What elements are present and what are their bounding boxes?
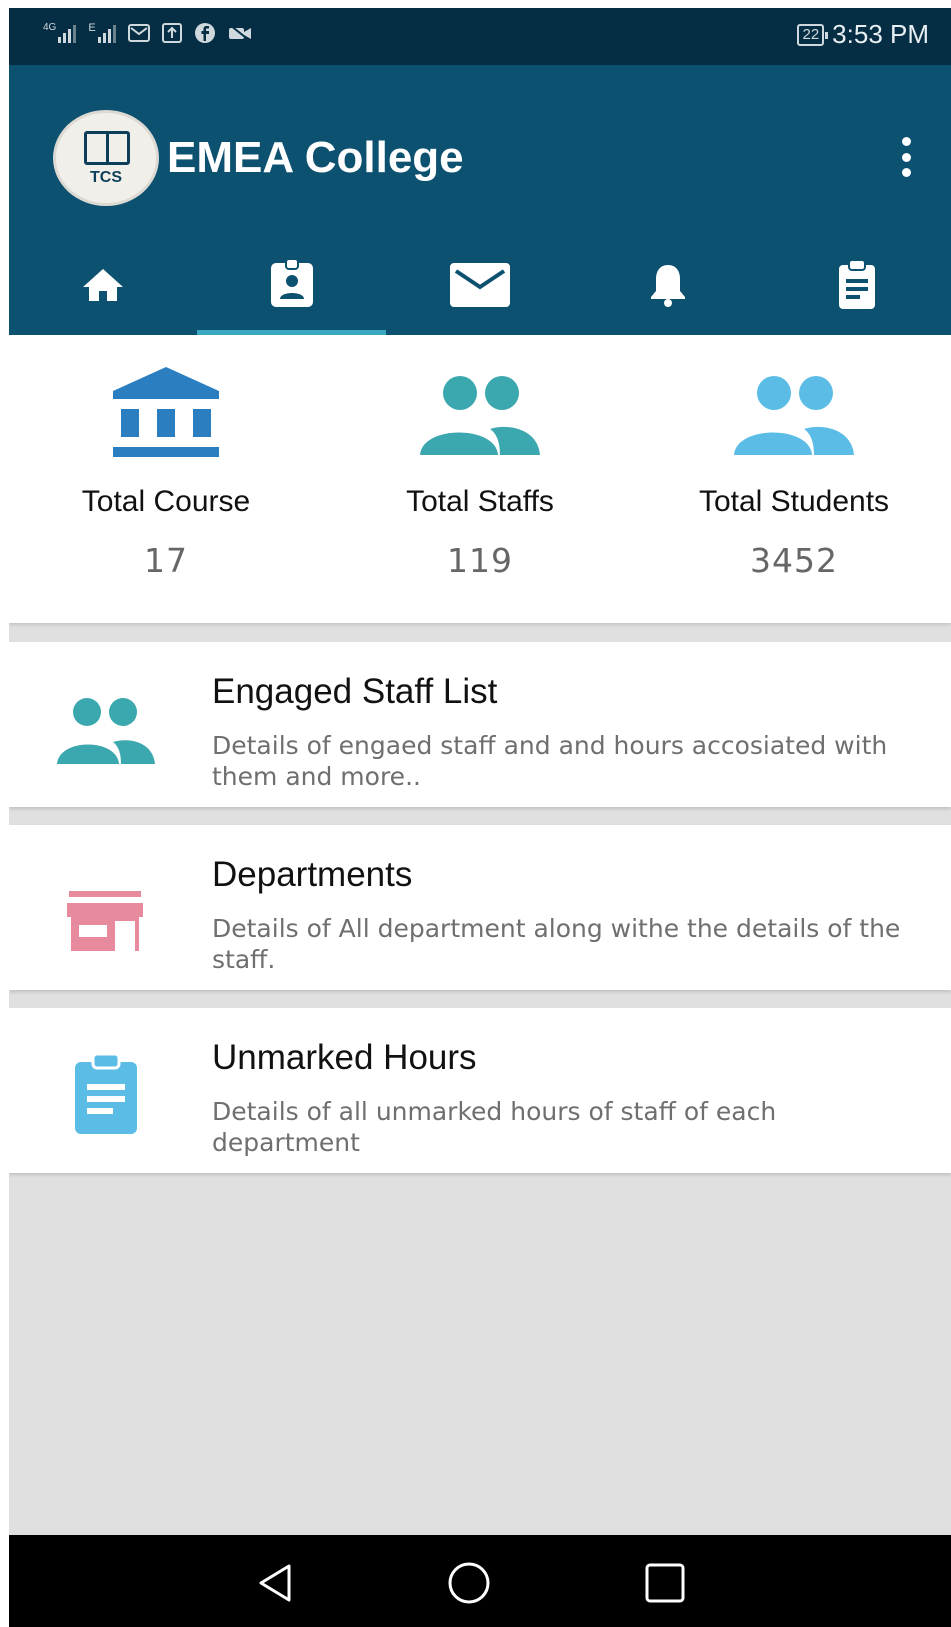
stat-total-course[interactable]: Total Course 17 <box>9 335 323 623</box>
status-bar: 4G E 22 3:53 PM <box>9 8 951 65</box>
people-icon <box>734 376 854 455</box>
system-nav-bar <box>9 1535 951 1627</box>
screen: 4G E 22 3:53 PM TCS EMEA College Total C… <box>9 8 951 1627</box>
home-icon <box>83 269 124 301</box>
clipboard-icon <box>75 1052 137 1134</box>
stat-total-staffs[interactable]: Total Staffs 119 <box>323 335 637 623</box>
institution-icon <box>113 367 219 457</box>
list-item-title: Departments <box>212 855 413 894</box>
list-item-engaged-staff[interactable]: Engaged Staff List Details of engaed sta… <box>9 642 951 807</box>
stat-value: 17 <box>144 541 188 580</box>
upload-icon <box>161 23 182 43</box>
tab-notifications[interactable] <box>574 237 762 335</box>
people-icon <box>420 376 540 455</box>
app-title: EMEA College <box>167 133 464 182</box>
list-item-unmarked-hours[interactable]: Unmarked Hours Details of all unmarked h… <box>9 1008 951 1173</box>
tab-staff[interactable] <box>197 237 386 335</box>
home-nav-icon[interactable] <box>447 1561 491 1605</box>
clock: 3:53 PM <box>832 19 929 49</box>
facebook-icon <box>194 23 215 43</box>
stats-card: Total Course 17 Total Staffs 119 Total S… <box>9 335 951 623</box>
battery-icon: 22 <box>797 23 828 46</box>
list-item-description: Details of All department along withe th… <box>212 914 901 974</box>
stat-value: 119 <box>447 541 513 580</box>
stat-label: Total Staffs <box>406 485 554 518</box>
recents-icon[interactable] <box>643 1561 687 1605</box>
signal-e-icon: E <box>88 23 116 43</box>
staff-badge-icon <box>270 258 313 307</box>
book-icon <box>84 131 130 165</box>
tab-bar <box>9 237 951 335</box>
logo-text: TCS <box>90 169 122 186</box>
back-icon[interactable] <box>253 1561 297 1605</box>
list-item-title: Engaged Staff List <box>212 672 498 711</box>
list-item-description: Details of engaed staff and and hours ac… <box>212 731 888 791</box>
stat-value: 3452 <box>750 541 838 580</box>
stat-label: Total Students <box>698 485 890 518</box>
video-off-icon <box>228 24 251 42</box>
clipboard-icon <box>838 259 875 309</box>
signal-4g-icon: 4G <box>43 23 77 43</box>
stat-total-students[interactable]: Total Students 3452 <box>637 335 951 623</box>
college-logo: TCS <box>53 110 159 206</box>
list-item-departments[interactable]: Departments Details of All department al… <box>9 825 951 990</box>
list-item-description: Details of all unmarked hours of staff o… <box>212 1097 777 1157</box>
tab-messages[interactable] <box>386 237 574 335</box>
tab-home[interactable] <box>9 237 197 335</box>
bell-icon <box>651 265 686 307</box>
people-icon <box>57 698 155 764</box>
gmail-icon <box>127 24 150 42</box>
app-bar: TCS EMEA College <box>9 65 951 335</box>
tab-reports[interactable] <box>763 237 951 335</box>
overflow-menu-icon[interactable] <box>899 137 913 177</box>
stat-label: Total Course <box>81 485 251 518</box>
list-item-title: Unmarked Hours <box>212 1038 477 1077</box>
store-icon <box>67 891 143 951</box>
mail-icon <box>449 263 510 307</box>
